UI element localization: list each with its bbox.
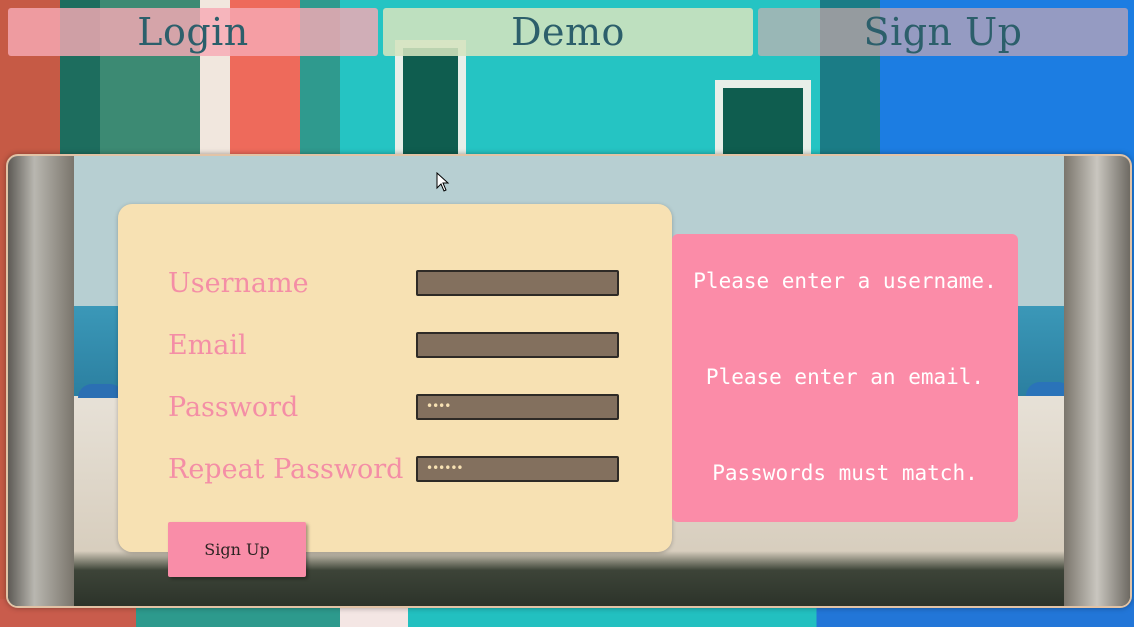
password-label: Password	[168, 392, 299, 423]
password-error: Passwords must match.	[712, 461, 978, 485]
nav-signup-label: Sign Up	[863, 10, 1023, 54]
mouse-pointer-icon	[436, 172, 450, 192]
repeat-password-label: Repeat Password	[168, 454, 404, 485]
signup-submit-button[interactable]: Sign Up	[168, 522, 306, 577]
error-panel: Please enter a username. Please enter an…	[672, 234, 1018, 522]
window-frame-left	[8, 156, 74, 606]
window-frame-right	[1064, 156, 1130, 606]
email-input[interactable]	[416, 332, 619, 358]
signup-form: Username Email Password •••• Repeat Pass…	[118, 204, 672, 577]
password-input[interactable]: ••••	[416, 394, 619, 420]
nav-demo-label: Demo	[511, 10, 625, 54]
password-value: ••••	[426, 399, 451, 413]
username-label: Username	[168, 268, 309, 299]
nav-login-label: Login	[137, 10, 249, 54]
username-input[interactable]	[416, 270, 619, 296]
nav-signup-button[interactable]: Sign Up	[758, 8, 1128, 56]
repeat-password-value: ••••••	[426, 461, 463, 475]
nav-demo-button[interactable]: Demo	[383, 8, 753, 56]
username-error: Please enter a username.	[693, 269, 997, 293]
nav-login-button[interactable]: Login	[8, 8, 378, 56]
repeat-password-input[interactable]: ••••••	[416, 456, 619, 482]
email-label: Email	[168, 330, 247, 361]
email-error: Please enter an email.	[705, 365, 985, 389]
